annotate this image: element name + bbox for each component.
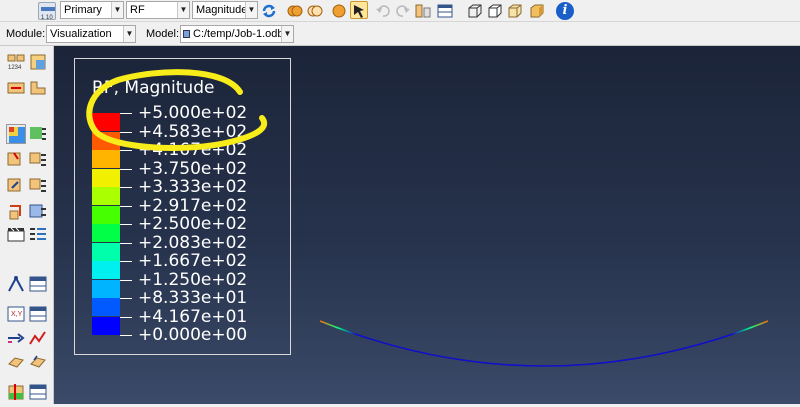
shaded-view-icon[interactable]	[528, 2, 546, 20]
animate-scale-factor-icon[interactable]	[6, 202, 26, 222]
invariant-selector[interactable]: Magnitude ▼	[192, 1, 258, 19]
module-selector[interactable]: Visualization ▼	[46, 25, 136, 43]
redo-icon[interactable]	[394, 2, 412, 20]
model-selector[interactable]: C:/temp/Job-1.odb ▼	[180, 25, 294, 43]
svg-text:1 10: 1 10	[41, 15, 53, 21]
orientation-options-icon[interactable]	[28, 176, 48, 196]
xy-plot-icon[interactable]	[28, 328, 48, 348]
hidden-line-view-icon[interactable]	[486, 2, 504, 20]
svg-text:1234: 1234	[8, 65, 22, 71]
plot-deformed-icon[interactable]	[28, 78, 48, 98]
view-cut-icon[interactable]	[6, 382, 26, 402]
file-icon	[183, 30, 190, 38]
table-icon[interactable]	[436, 2, 454, 20]
tool-palette: 1234 X,Y	[0, 46, 54, 404]
model-curve-path[interactable]	[319, 320, 769, 367]
chevron-down-icon: ▼	[245, 2, 257, 18]
plot-contours-options-icon[interactable]	[28, 124, 48, 144]
chevron-down-icon: ▼	[123, 26, 135, 42]
variable-selector[interactable]: RF ▼	[126, 1, 190, 19]
boolean-union-icon[interactable]	[286, 2, 304, 20]
deformed-model[interactable]	[54, 46, 800, 404]
plot-symbols-icon[interactable]	[6, 150, 26, 170]
create-field-output-icon[interactable]: X,Y	[6, 304, 26, 324]
model-selector-value: C:/temp/Job-1.odb	[193, 28, 284, 40]
variable-selector-value: RF	[130, 4, 145, 16]
symbol-options-icon[interactable]	[28, 150, 48, 170]
module-selector-value: Visualization	[50, 28, 112, 40]
primary-selector-value: Primary	[64, 4, 102, 16]
refresh-icon[interactable]	[260, 2, 278, 20]
boolean-intersect-icon[interactable]	[306, 2, 324, 20]
info-icon[interactable]: i	[556, 2, 574, 20]
create-xy-data-icon[interactable]	[6, 274, 26, 294]
plot-material-orientations-icon[interactable]	[6, 176, 26, 196]
sphere-icon[interactable]	[330, 2, 348, 20]
undo-icon[interactable]	[374, 2, 392, 20]
allow-multiple-plot-icon[interactable]	[6, 78, 26, 98]
step-frame-icon[interactable]: 1 10	[38, 2, 56, 21]
context-bar: Module: Visualization ▼ Model: C:/temp/J…	[0, 22, 800, 46]
wireframe-view-icon[interactable]	[466, 2, 484, 20]
path-icon[interactable]	[6, 328, 26, 348]
chevron-down-icon: ▼	[111, 2, 123, 18]
plot-contours-icon[interactable]	[6, 124, 26, 144]
select-cursor-icon[interactable]	[350, 1, 368, 19]
view-manager-icon[interactable]	[414, 2, 432, 20]
common-options-icon[interactable]: 1234	[6, 52, 26, 72]
filled-view-icon[interactable]	[506, 2, 524, 20]
chevron-down-icon: ▼	[281, 26, 293, 42]
free-body-cut-icon[interactable]	[6, 352, 26, 372]
plot-undeformed-icon[interactable]	[28, 52, 48, 72]
view-cut-manager-icon[interactable]	[28, 382, 48, 402]
primary-selector[interactable]: Primary ▼	[60, 1, 124, 19]
xy-data-manager-icon[interactable]	[28, 274, 48, 294]
top-toolbar: 1 10 Primary ▼ RF ▼ Magnitude ▼ i	[0, 0, 800, 22]
chevron-down-icon: ▼	[177, 2, 189, 18]
svg-text:X,Y: X,Y	[11, 311, 23, 318]
free-body-options-icon[interactable]	[28, 352, 48, 372]
animation-clapper-icon[interactable]	[6, 224, 26, 244]
module-label: Module:	[6, 28, 46, 40]
model-label: Model:	[146, 28, 180, 40]
report-table-icon[interactable]	[28, 304, 48, 324]
animate-time-history-icon[interactable]	[28, 202, 48, 222]
invariant-selector-value: Magnitude	[196, 4, 248, 16]
animation-options-icon[interactable]	[28, 224, 48, 244]
